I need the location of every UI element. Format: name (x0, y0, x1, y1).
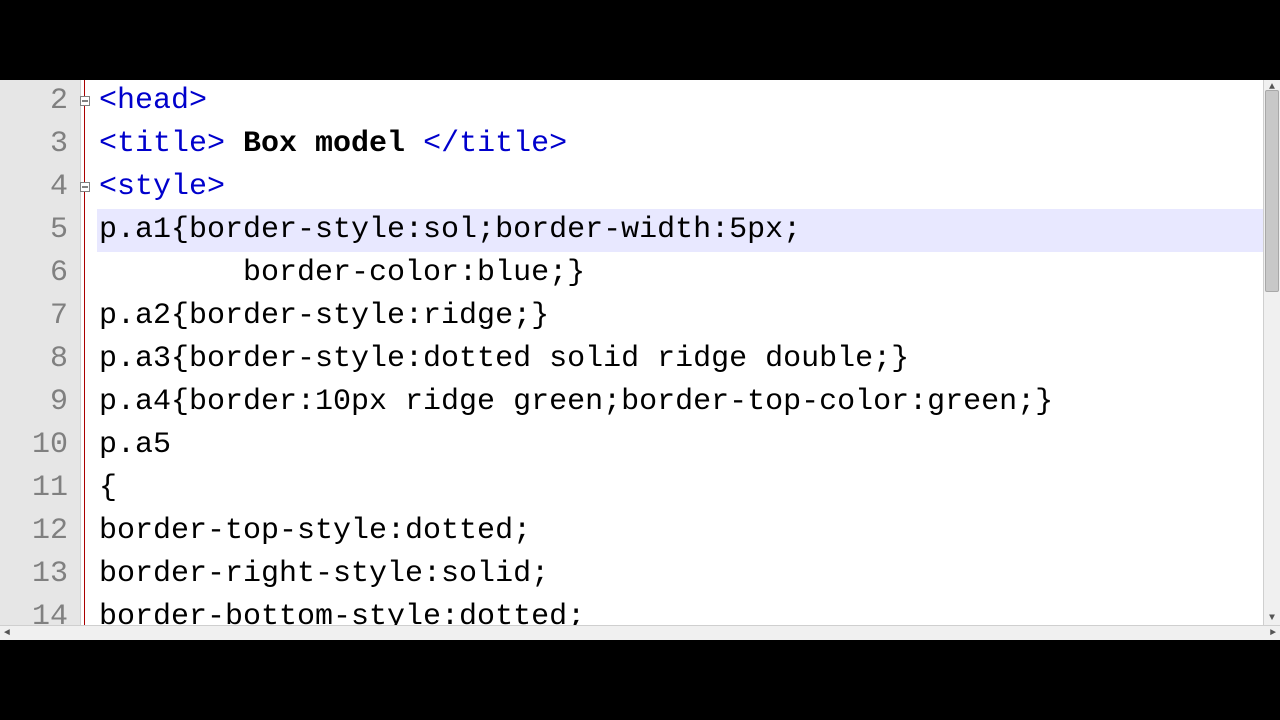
code-token: Box model (225, 127, 423, 161)
code-token: p.a3{border-style:dotted solid ridge dou… (99, 342, 909, 376)
scroll-right-arrow-icon[interactable]: ► (1266, 628, 1280, 639)
code-line[interactable]: p.a2{border-style:ridge;} (97, 295, 1263, 338)
code-line[interactable]: <style> (97, 166, 1263, 209)
code-line[interactable]: border-top-style:dotted; (97, 510, 1263, 553)
code-line[interactable]: border-right-style:solid; (97, 553, 1263, 596)
code-line[interactable]: { (97, 467, 1263, 510)
line-number-gutter: 234567891011121314 (0, 80, 80, 625)
code-line[interactable]: <head> (97, 80, 1263, 123)
horizontal-scroll-track[interactable] (14, 626, 1266, 640)
line-number: 14 (0, 596, 80, 625)
horizontal-scrollbar[interactable]: ◄ ► (0, 625, 1280, 640)
code-line[interactable]: border-color:blue;} (97, 252, 1263, 295)
code-token: border-color:blue;} (99, 256, 585, 290)
code-line[interactable]: border-bottom-style:dotted; (97, 596, 1263, 625)
vertical-scrollbar[interactable]: ▲ ▼ (1263, 80, 1280, 625)
fold-toggle-icon[interactable] (80, 96, 90, 106)
scroll-down-arrow-icon[interactable]: ▼ (1264, 611, 1280, 625)
code-token: <head> (99, 84, 207, 118)
code-token: </title> (423, 127, 567, 161)
code-line[interactable]: p.a3{border-style:dotted solid ridge dou… (97, 338, 1263, 381)
line-number: 4 (0, 166, 80, 209)
editor-body: 234567891011121314 <head> <title> Box mod… (0, 80, 1280, 625)
code-token: <style> (99, 170, 225, 204)
code-line[interactable]: p.a1{border-style:sol;border-width:5px; (97, 209, 1263, 252)
code-token: border-bottom-style:dotted; (99, 600, 585, 625)
line-number: 5 (0, 209, 80, 252)
code-token: p.a5 (99, 428, 171, 462)
line-number: 12 (0, 510, 80, 553)
code-token: p.a2{border-style:ridge;} (99, 299, 549, 333)
code-token: <title> (99, 127, 225, 161)
line-number: 2 (0, 80, 80, 123)
code-line[interactable]: <title> Box model </title> (97, 123, 1263, 166)
line-number: 7 (0, 295, 80, 338)
code-line[interactable]: p.a4{border:10px ridge green;border-top-… (97, 381, 1263, 424)
line-number: 13 (0, 553, 80, 596)
fold-toggle-icon[interactable] (80, 182, 90, 192)
vertical-scroll-thumb[interactable] (1265, 90, 1279, 292)
scroll-left-arrow-icon[interactable]: ◄ (0, 628, 14, 639)
line-number: 10 (0, 424, 80, 467)
line-number: 6 (0, 252, 80, 295)
letterbox-top (0, 0, 1280, 80)
code-token: p.a1{border-style:sol;border-width:5px; (99, 213, 801, 247)
code-editor: 234567891011121314 <head> <title> Box mod… (0, 80, 1280, 640)
code-area[interactable]: <head> <title> Box model </title> <style> p… (97, 80, 1263, 625)
line-number: 9 (0, 381, 80, 424)
code-token: border-right-style:solid; (99, 557, 549, 591)
line-number: 3 (0, 123, 80, 166)
letterbox-bottom (0, 640, 1280, 720)
code-token: p.a4{border:10px ridge green;border-top-… (99, 385, 1053, 419)
line-number: 8 (0, 338, 80, 381)
code-token: border-top-style:dotted; (99, 514, 531, 548)
code-line[interactable]: p.a5 (97, 424, 1263, 467)
code-token: { (99, 471, 117, 505)
fold-strip[interactable] (80, 80, 97, 625)
line-number: 11 (0, 467, 80, 510)
